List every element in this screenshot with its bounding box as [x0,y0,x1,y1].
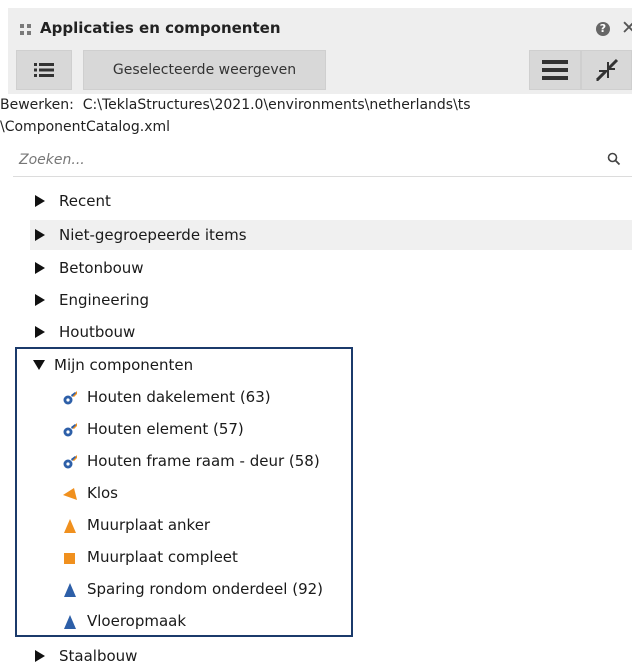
tree-group-label: Niet-gegroepeerde items [59,226,247,244]
panel-title: Applicaties en componenten [40,19,281,37]
list-view-button[interactable] [16,50,72,90]
search-placeholder: Zoeken... [19,152,85,168]
hamburger-menu-icon [542,60,568,80]
path-prefix: Bewerken: [0,97,74,113]
expand-arrow-icon[interactable] [35,262,45,274]
collapse-arrows-icon [595,58,618,82]
tree-group-ungrouped[interactable]: Niet-gegroepeerde items [30,220,632,250]
show-selected-button[interactable]: Geselecteerde weergeven [83,50,326,90]
tree-group-label: Engineering [59,291,149,309]
expand-arrow-icon[interactable] [35,326,45,338]
menu-button[interactable] [529,50,581,90]
expand-arrow-icon[interactable] [35,294,45,306]
list-icon [34,63,54,77]
tree-group-label: Betonbouw [59,259,144,277]
path-line-2: \ComponentCatalog.xml [0,119,171,135]
panel-titlebar: Applicaties en componenten ? ✕ [8,8,632,50]
applications-components-panel: Applicaties en componenten ? ✕ Geselecte… [0,0,632,665]
search-input[interactable]: Zoeken... [13,145,632,177]
tree-group-label: Houtbouw [59,323,136,341]
toolbar: Geselecteerde weergeven [8,50,632,94]
expand-arrow-icon[interactable] [35,229,45,241]
path-line-1: C:\TeklaStructures\2021.0\environments\n… [82,97,471,113]
close-icon[interactable]: ✕ [621,17,632,39]
drag-grip-icon[interactable] [20,24,34,36]
tree-group-label: Recent [59,192,111,210]
help-icon[interactable]: ? [596,22,610,36]
expand-arrow-icon[interactable] [35,650,45,662]
expand-arrow-icon[interactable] [35,195,45,207]
collapse-button[interactable] [581,50,632,90]
highlight-box [15,347,353,637]
search-icon[interactable] [607,152,621,166]
tree-group-label: Staalbouw [59,647,138,665]
